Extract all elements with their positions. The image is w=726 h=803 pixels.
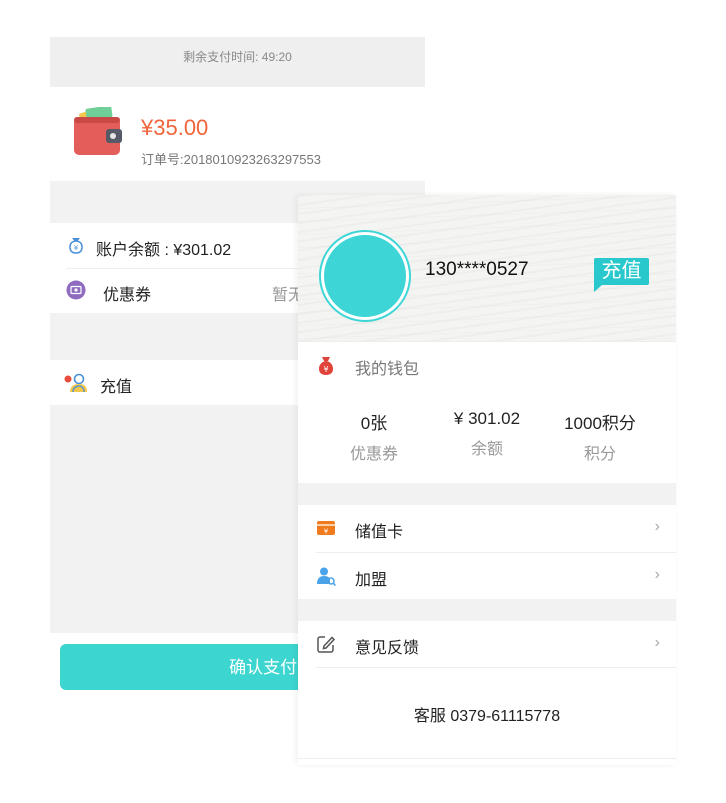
menu-item-stored-value-card[interactable]: ¥ 储值卡 › [298, 505, 676, 551]
menu-item-join[interactable]: 加盟 › [298, 553, 676, 599]
menu-item-label: 意见反馈 [355, 640, 420, 657]
member-center-screen: 130****0527 充值 ¥ 我的钱包 0张 优惠券 ¥ 301.02 余额… [298, 195, 676, 765]
order-amount: ¥35.00 [141, 115, 209, 140]
topup-button[interactable]: 充值 [594, 258, 649, 292]
order-number: 订单号:2018010923263297553 [141, 152, 321, 167]
card-icon: ¥ [317, 521, 335, 536]
chevron-right-icon: › [654, 566, 660, 583]
stat-value: 1000积分 [564, 414, 636, 433]
chevron-right-icon: › [654, 518, 660, 535]
wallet-stats: 0张 优惠券 ¥ 301.02 余额 1000积分 积分 [298, 401, 676, 481]
stat-points[interactable]: 1000积分 积分 [545, 409, 655, 464]
recharge-label: 充值 [100, 379, 133, 396]
svg-text:¥: ¥ [323, 365, 328, 374]
stat-label: 优惠券 [349, 446, 398, 463]
order-card: ¥35.00 订单号:2018010923263297553 [50, 87, 425, 181]
stat-label: 积分 [583, 446, 616, 463]
money-bag-icon: ¥ [69, 238, 83, 254]
profile-header: 130****0527 充值 [298, 195, 676, 341]
avatar[interactable] [321, 232, 409, 320]
section-gap [298, 599, 676, 621]
coupon-label: 优惠券 [103, 287, 152, 304]
payment-timer: 剩余支付时间: 49:20 [50, 37, 425, 87]
stat-label: 余额 [470, 441, 503, 458]
phone-number: 130****0527 [425, 259, 529, 280]
stat-coupon[interactable]: 0张 优惠券 [319, 409, 429, 464]
divider [316, 667, 676, 668]
account-balance: 账户余额 : ¥301.02 [96, 242, 232, 259]
recharge-user-icon [64, 373, 87, 393]
svg-text:¥: ¥ [324, 528, 329, 536]
menu-item-feedback[interactable]: 意见反馈 › [298, 621, 676, 667]
stat-value: 0张 [360, 414, 388, 433]
stat-balance[interactable]: ¥ 301.02 余额 [432, 409, 542, 459]
menu-item-label: 加盟 [355, 572, 388, 589]
edit-icon [317, 636, 336, 653]
stat-value: ¥ 301.02 [453, 409, 521, 428]
wallet-icon [74, 107, 122, 155]
my-wallet-row[interactable]: ¥ 我的钱包 [298, 341, 676, 388]
divider [298, 758, 676, 759]
coupon-icon [66, 280, 86, 300]
svg-text:¥: ¥ [74, 244, 79, 252]
section-gap [298, 483, 676, 505]
money-bag-icon: ¥ [319, 357, 333, 375]
wallet-label: 我的钱包 [355, 361, 420, 378]
user-join-icon [317, 567, 336, 586]
customer-service-phone[interactable]: 客服 0379-61115778 [298, 702, 676, 726]
chevron-right-icon: › [654, 634, 660, 651]
menu-item-label: 储值卡 [355, 524, 404, 541]
